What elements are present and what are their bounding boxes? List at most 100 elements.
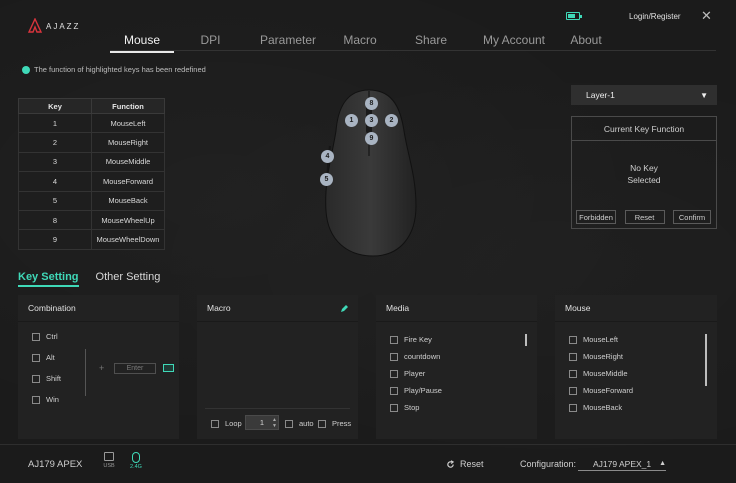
media-item[interactable]: countdown [390, 352, 440, 361]
table-row[interactable]: 9 MouseWheelDown [18, 229, 165, 250]
reset-label: Reset [460, 459, 484, 469]
combo-label: Win [46, 395, 59, 404]
tab-other-setting[interactable]: Other Setting [96, 271, 161, 287]
mouse-function-item[interactable]: MouseMiddle [569, 369, 628, 378]
usb-label: USB [103, 463, 115, 469]
reset-button[interactable]: Reset [446, 459, 484, 469]
column-header-key: Key [18, 98, 92, 114]
highlight-dot-icon [22, 65, 30, 74]
mouse-function-label: MouseRight [583, 352, 624, 361]
mouse-panel-scrollbar[interactable] [705, 334, 707, 386]
cell-key: 3 [18, 151, 92, 173]
checkbox[interactable] [390, 386, 398, 395]
mouse-button-9[interactable]: 9 [365, 132, 378, 145]
combo-shift[interactable]: Shift [32, 374, 61, 383]
mouse-button-3[interactable]: 3 [365, 114, 378, 127]
cell-key: 5 [18, 190, 92, 211]
media-label: Fire Key [404, 335, 432, 344]
key-enter-input[interactable]: Enter [114, 363, 156, 374]
loop-label: Loop [225, 419, 242, 428]
confirm-button[interactable]: Confirm [673, 210, 711, 224]
mouse-function-item[interactable]: MouseLeft [569, 335, 618, 344]
cell-key: 1 [18, 112, 92, 134]
checkbox[interactable] [390, 403, 398, 412]
media-label: Stop [404, 403, 420, 412]
mouse-function-item[interactable]: MouseRight [569, 352, 623, 361]
spinner-arrows-icon[interactable]: ▲ ▼ [272, 417, 277, 429]
combo-alt[interactable]: Alt [32, 353, 55, 362]
layer-select[interactable]: Layer-1 ▼ [571, 85, 717, 105]
cell-function: MouseLeft [91, 112, 165, 134]
table-row[interactable]: 2 MouseRight [18, 132, 165, 153]
checkbox[interactable] [32, 353, 40, 362]
loop-count-input[interactable]: 1 ▲ ▼ [245, 415, 279, 430]
macro-title-text: Macro [207, 303, 231, 313]
mouse-function-item[interactable]: MouseForward [569, 386, 633, 395]
checkbox[interactable] [390, 369, 398, 378]
media-item[interactable]: Fire Key [390, 335, 432, 344]
mouse-button-1[interactable]: 1 [345, 114, 358, 127]
reset-key-button[interactable]: Reset [624, 210, 665, 224]
cell-function: MouseRight [91, 132, 165, 153]
checkbox[interactable] [285, 419, 293, 428]
bottom-divider [0, 444, 736, 445]
combo-label: Ctrl [46, 332, 58, 341]
keyboard-icon[interactable] [163, 364, 174, 372]
media-item[interactable]: Play/Pause [390, 386, 442, 395]
brand-name: AJAZZ [46, 21, 81, 31]
close-icon[interactable]: ✕ [701, 8, 712, 24]
loop-option[interactable]: Loop [211, 419, 242, 428]
checkbox[interactable] [32, 332, 40, 341]
press-option[interactable]: Press [318, 419, 351, 428]
table-row[interactable]: 5 MouseBack [18, 190, 165, 211]
mouse-function-panel: Mouse MouseLeft MouseRight MouseMiddle M… [555, 295, 717, 439]
table-row[interactable]: 1 MouseLeft [18, 112, 165, 134]
login-register-link[interactable]: Login/Register [629, 12, 681, 21]
checkbox[interactable] [390, 335, 398, 344]
combination-title: Combination [18, 295, 179, 322]
edit-icon[interactable] [340, 304, 349, 313]
auto-option[interactable]: auto [285, 419, 314, 428]
cell-function: MouseForward [91, 171, 165, 192]
media-item[interactable]: Player [390, 369, 425, 378]
caret-up-icon: ▲ [659, 460, 666, 467]
media-scrollbar[interactable] [525, 334, 527, 346]
layer-select-value: Layer-1 [586, 90, 615, 100]
checkbox[interactable] [32, 395, 40, 404]
no-key-line: No Key [630, 163, 658, 173]
checkbox[interactable] [569, 352, 577, 361]
mouse-button-5[interactable]: 5 [320, 173, 333, 186]
combo-ctrl[interactable]: Ctrl [32, 332, 58, 341]
dropdown-arrow-icon: ▼ [700, 90, 708, 100]
media-label: Play/Pause [404, 386, 442, 395]
checkbox[interactable] [390, 352, 398, 361]
tab-key-setting[interactable]: Key Setting [18, 271, 79, 287]
reset-icon [447, 459, 455, 468]
media-item[interactable]: Stop [390, 403, 419, 412]
mouse-function-label: MouseLeft [583, 335, 619, 344]
mouse-button-2[interactable]: 2 [385, 114, 398, 127]
checkbox[interactable] [569, 403, 577, 412]
press-label: Press [332, 419, 352, 428]
mouse-function-item[interactable]: MouseBack [569, 403, 622, 412]
configuration-select[interactable]: AJ179 APEX_1 ▲ [578, 457, 666, 471]
wireless-connection[interactable]: 2.4G [127, 452, 145, 470]
table-row[interactable]: 3 MouseMiddle [18, 151, 165, 173]
checkbox[interactable] [211, 419, 219, 428]
redefined-hint: The function of highlighted keys has bee… [22, 65, 206, 74]
mouse-button-8[interactable]: 8 [365, 97, 378, 110]
checkbox[interactable] [569, 335, 577, 344]
combo-win[interactable]: Win [32, 395, 59, 404]
macro-title: Macro [197, 295, 358, 322]
table-row[interactable]: 4 MouseForward [18, 171, 165, 192]
checkbox[interactable] [569, 386, 577, 395]
checkbox[interactable] [318, 419, 326, 428]
table-row[interactable]: 8 MouseWheelUp [18, 209, 165, 231]
checkbox[interactable] [569, 369, 577, 378]
forbidden-button[interactable]: Forbidden [576, 210, 616, 224]
media-label: countdown [404, 352, 441, 361]
usb-connection[interactable]: USB [101, 452, 117, 469]
mouse-button-4[interactable]: 4 [321, 150, 334, 163]
cell-function: MouseMiddle [91, 151, 165, 173]
checkbox[interactable] [32, 374, 40, 383]
